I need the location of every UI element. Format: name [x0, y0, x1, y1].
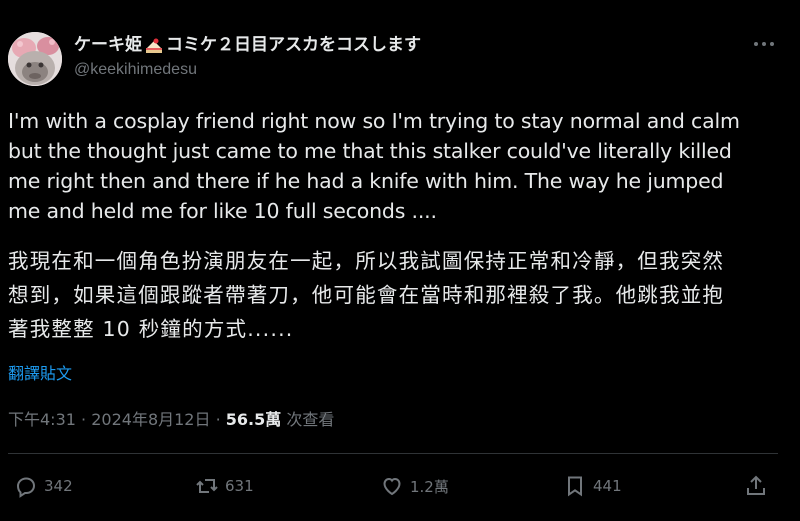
meta-separator: ·	[81, 410, 87, 429]
action-bar: 342 631 1.2萬 441	[0, 470, 800, 502]
tweet-date[interactable]: 2024年8月12日	[91, 410, 210, 429]
bookmark-count: 441	[593, 477, 622, 495]
tweet-text: I'm with a cosplay friend right now so I…	[8, 109, 740, 223]
more-button[interactable]	[752, 36, 776, 52]
display-name-prefix: ケーキ姫	[74, 35, 142, 55]
translate-post-link[interactable]: 翻譯貼文	[8, 360, 72, 384]
author-info: ケーキ姫 コミケ２日目アスカをコスします @keekihimedesu	[74, 34, 740, 80]
like-count: 1.2萬	[410, 477, 449, 496]
reply-icon	[16, 477, 36, 498]
avatar[interactable]	[8, 32, 62, 86]
avatar-image	[8, 32, 62, 86]
like-button[interactable]: 1.2萬	[380, 470, 449, 502]
views-label: 次查看	[286, 410, 335, 429]
cake-emoji-icon	[146, 38, 162, 53]
tweet-meta: 下午4:31 · 2024年8月12日 · 56.5萬 次查看	[8, 406, 334, 430]
share-button[interactable]	[744, 470, 768, 502]
reply-count: 342	[44, 477, 73, 495]
tweet: ケーキ姫 コミケ２日目アスカをコスします @keekihimedesu I'm …	[0, 0, 800, 521]
share-icon	[747, 475, 765, 495]
divider	[8, 453, 778, 454]
like-icon	[383, 477, 401, 496]
repost-count: 631	[225, 477, 254, 495]
translated-text: 我現在和一個角色扮演朋友在一起，所以我試圖保持正常和冷靜，但我突然 想到，如果這…	[8, 249, 725, 341]
bookmark-icon	[568, 476, 582, 497]
display-name-suffix: コミケ２日目アスカをコスします	[166, 35, 421, 55]
author-handle[interactable]: @keekihimedesu	[74, 60, 740, 80]
display-name[interactable]: ケーキ姫 コミケ２日目アスカをコスします	[74, 34, 740, 56]
repost-icon	[196, 479, 218, 493]
reply-button[interactable]: 342	[14, 470, 73, 502]
tweet-time[interactable]: 下午4:31	[8, 410, 76, 429]
views-count: 56.5萬	[225, 410, 282, 429]
repost-button[interactable]: 631	[195, 470, 254, 502]
meta-separator-2: ·	[215, 410, 221, 429]
more-icon	[754, 42, 774, 46]
bookmark-button[interactable]: 441	[563, 470, 622, 502]
